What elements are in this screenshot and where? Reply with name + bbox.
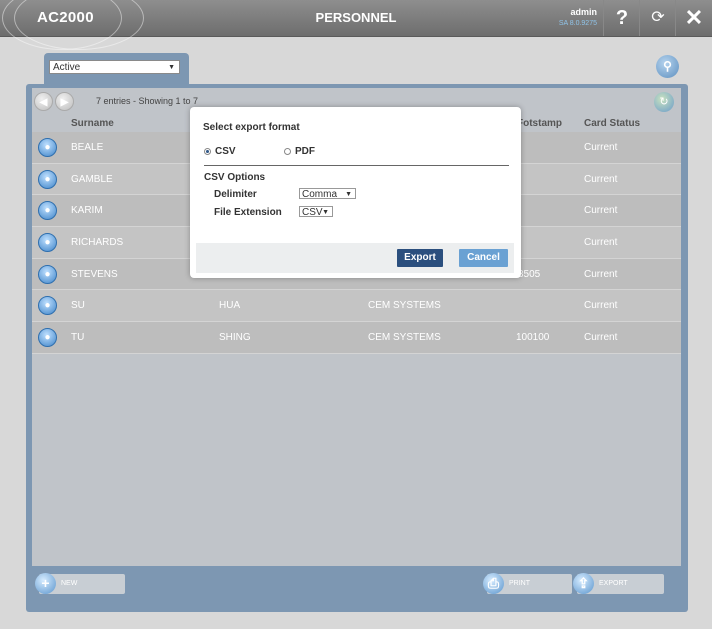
search-binoculars-icon[interactable]: ⚲ (656, 55, 679, 78)
divider (204, 165, 509, 166)
cell-company: CEM SYSTEMS (368, 332, 441, 344)
refresh-icon: ⟳ (651, 9, 665, 26)
radio-unselected-icon[interactable] (284, 148, 291, 155)
print-button[interactable]: ⎙ PRINT (483, 573, 572, 594)
cell-surname: GAMBLE (71, 173, 113, 185)
new-button[interactable]: + NEW (35, 573, 125, 594)
user-info: admin SA 8.0.9275 (559, 7, 597, 29)
cell-card-status: Current (584, 205, 618, 217)
col-footstamp[interactable]: Fotstamp (517, 118, 562, 129)
radio-csv[interactable]: CSV (204, 146, 236, 157)
radio-csv-label: CSV (215, 146, 236, 157)
cancel-button[interactable]: Cancel (459, 249, 508, 267)
status-filter-select[interactable]: Active ▼ (49, 60, 180, 74)
delimiter-value: Comma (302, 189, 338, 200)
cell-surname: RICHARDS (71, 237, 124, 249)
export-quick-icon[interactable]: ↻ (654, 92, 674, 112)
export-confirm-button[interactable]: Export (397, 249, 443, 267)
cell-surname: TU (71, 332, 85, 344)
close-icon: ✕ (684, 5, 704, 30)
csv-options-heading: CSV Options (204, 172, 266, 183)
person-avatar-icon: ● (38, 264, 57, 284)
export-label: EXPORT (599, 580, 628, 587)
format-radio-group: CSV PDF (204, 146, 315, 157)
export-format-dialog: Select export format CSV PDF CSV Options… (190, 107, 521, 278)
cell-card-status: Current (584, 332, 618, 344)
cell-number: 100100 (516, 332, 550, 344)
radio-pdf[interactable]: PDF (284, 146, 315, 157)
export-button[interactable]: ⇪ EXPORT (573, 573, 664, 594)
cell-surname: SU (71, 300, 85, 312)
person-avatar-icon: ● (38, 233, 57, 253)
col-card-status[interactable]: Card Status (584, 118, 640, 129)
user-name: admin (570, 7, 597, 17)
prev-page-button[interactable]: ◀ (34, 92, 53, 111)
plus-icon: + (35, 573, 56, 594)
file-extension-select[interactable]: CSV ▼ (299, 206, 333, 218)
filter-tab: Active ▼ (44, 53, 189, 84)
version-label: SA 8.0.9275 (558, 20, 597, 27)
person-avatar-icon: ● (38, 296, 57, 316)
entries-count: 7 entries - Showing 1 to 7 (96, 96, 199, 106)
cell-card-status: Current (584, 173, 618, 185)
export-icon: ⇪ (573, 573, 594, 594)
dialog-title: Select export format (203, 122, 300, 133)
file-extension-label: File Extension (214, 207, 282, 218)
delimiter-label: Delimiter (214, 189, 257, 200)
chevron-down-icon: ▼ (168, 64, 175, 71)
col-surname[interactable]: Surname (71, 118, 114, 129)
file-extension-value: CSV (302, 207, 323, 218)
cell-card-status: Current (584, 268, 618, 280)
radio-selected-icon[interactable] (204, 148, 211, 155)
bottom-toolbar: + NEW ⎙ PRINT ⇪ EXPORT (26, 570, 688, 610)
cell-card-status: Current (584, 300, 618, 312)
cell-forename: SHING (219, 332, 251, 344)
refresh-button[interactable]: ⟳ (639, 0, 676, 36)
person-avatar-icon: ● (38, 169, 57, 189)
help-button[interactable]: ? (603, 0, 640, 36)
person-avatar-icon: ● (38, 328, 57, 348)
status-filter-value: Active (53, 62, 81, 73)
new-label: NEW (61, 580, 78, 587)
person-avatar-icon: ● (38, 201, 57, 221)
cell-company: CEM SYSTEMS (368, 300, 441, 312)
delimiter-select[interactable]: Comma ▼ (299, 188, 356, 200)
table-row[interactable]: ● SU HUA CEM SYSTEMS Current (32, 290, 681, 323)
dialog-footer: Export Cancel (196, 243, 514, 273)
chevron-down-icon: ▼ (345, 191, 352, 198)
cell-surname: BEALE (71, 142, 104, 153)
print-label: PRINT (509, 580, 530, 587)
cell-forename: HUA (219, 300, 241, 312)
chevron-down-icon: ▼ (322, 209, 329, 216)
cell-number: 3505 (518, 268, 541, 280)
cell-surname: KARIM (71, 205, 103, 217)
radio-pdf-label: PDF (295, 146, 315, 157)
top-bar: AC2000 PERSONNEL admin SA 8.0.9275 ? ⟳ ✕ (0, 0, 712, 50)
close-button[interactable]: ✕ (675, 0, 712, 36)
cell-card-status: Current (584, 142, 618, 153)
next-page-button[interactable]: ▶ (55, 92, 74, 111)
cell-card-status: Current (584, 237, 618, 249)
cell-surname: STEVENS (71, 268, 118, 280)
table-row[interactable]: ● TU SHING CEM SYSTEMS 100100 Current (32, 322, 681, 354)
print-icon: ⎙ (483, 573, 504, 594)
help-icon: ? (615, 7, 629, 29)
person-avatar-icon: ● (38, 138, 57, 157)
